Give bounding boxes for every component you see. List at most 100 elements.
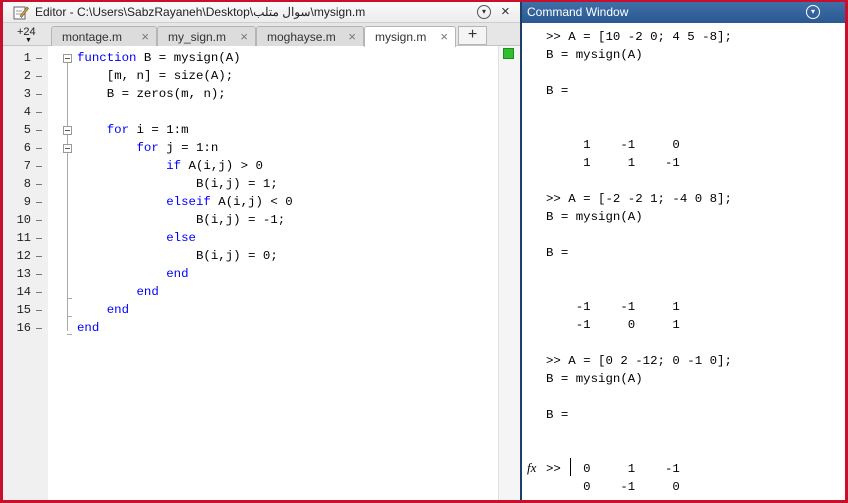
command-output-line: 0 -1 0 <box>546 480 680 494</box>
breakpoint-marker[interactable] <box>36 184 42 185</box>
tab-label: my_sign.m <box>168 30 227 44</box>
code-text: if A(i,j) > 0 <box>166 159 263 173</box>
command-output-line: >> A = [0 2 -12; 0 -1 0]; <box>546 354 732 368</box>
code-text: B = zeros(m, n); <box>77 87 226 101</box>
code-line[interactable]: 10 B(i,j) = -1; <box>17 211 498 229</box>
breakpoint-marker[interactable] <box>36 256 42 257</box>
breakpoint-marker[interactable] <box>36 220 42 221</box>
line-number: 10 <box>16 213 31 227</box>
text-cursor <box>570 458 571 476</box>
breakpoint-marker[interactable] <box>36 292 42 293</box>
editor-scrollbar[interactable] <box>498 46 520 500</box>
command-output-line: >> A = [-2 -2 1; -4 0 8]; <box>546 192 732 206</box>
command-output-line: B = mysign(A) <box>546 48 643 62</box>
command-output-line: 1 -1 0 <box>546 138 680 152</box>
code-line[interactable]: 5 for i = 1:m <box>24 121 498 139</box>
editor-panel: Editor - C:\Users\SabzRayaneh\Desktop\سو… <box>3 2 520 500</box>
line-number: 6 <box>23 141 31 155</box>
tab-montage[interactable]: montage.m × <box>51 26 157 46</box>
line-number: 4 <box>23 105 31 119</box>
tab-close-icon[interactable]: × <box>348 29 356 44</box>
code-text: B(i,j) = 1; <box>77 177 278 191</box>
command-window-title: Command Window <box>527 5 629 19</box>
breakpoint-marker[interactable] <box>36 94 42 95</box>
code-line[interactable]: 11 else <box>17 229 498 247</box>
code-text: function B = mysign(A) <box>77 51 241 65</box>
tab-label: mysign.m <box>375 30 427 44</box>
code-text: end <box>77 321 100 335</box>
breakpoint-marker[interactable] <box>36 76 42 77</box>
line-number: 9 <box>23 195 31 209</box>
close-icon[interactable]: × <box>501 3 510 20</box>
code-line[interactable]: 3 B = zeros(m, n); <box>24 85 498 103</box>
tab-close-icon[interactable]: × <box>440 29 448 44</box>
line-number: 15 <box>16 303 31 317</box>
code-line[interactable]: 1 function B = mysign(A) <box>24 49 498 67</box>
command-output-line: -1 0 1 <box>546 318 680 332</box>
tab-overflow-button[interactable]: +24 ▼ <box>17 26 47 44</box>
command-output-line: B = <box>546 84 569 98</box>
breakpoint-marker[interactable] <box>36 112 42 113</box>
code-line[interactable]: 13 end <box>17 265 498 283</box>
panel-menu-icon[interactable]: ▾ <box>477 5 491 19</box>
breakpoint-marker[interactable] <box>36 328 42 329</box>
breakpoint-marker[interactable] <box>36 58 42 59</box>
line-number: 3 <box>23 87 31 101</box>
editor-titlebar[interactable]: Editor - C:\Users\SabzRayaneh\Desktop\سو… <box>3 2 520 23</box>
breakpoint-marker[interactable] <box>36 310 42 311</box>
tab-close-icon[interactable]: × <box>141 29 149 44</box>
fx-icon[interactable]: fx <box>527 460 536 476</box>
code-text: for j = 1:n <box>136 141 219 155</box>
code-editor[interactable]: 1 function B = mysign(A) 2 [m, n] = size(A… <box>17 46 498 500</box>
code-line[interactable]: 14 end <box>17 283 498 301</box>
breakpoint-marker[interactable] <box>36 202 42 203</box>
code-line[interactable]: 8 B(i,j) = 1; <box>24 175 498 193</box>
code-line[interactable]: 4 <box>24 103 498 121</box>
code-line[interactable]: 16 end <box>17 319 498 337</box>
command-window-titlebar[interactable]: Command Window ▾ <box>522 2 845 23</box>
code-text: for i = 1:m <box>106 123 189 137</box>
command-output-line: 0 1 -1 <box>546 462 680 476</box>
tab-mysign[interactable]: mysign.m × <box>364 26 456 47</box>
breakpoint-marker[interactable] <box>36 130 42 131</box>
command-output-line: B = <box>546 246 569 260</box>
code-text: end <box>166 267 189 281</box>
breakpoint-marker[interactable] <box>36 166 42 167</box>
code-line[interactable]: 6 for j = 1:n <box>24 139 498 157</box>
tab-my-sign[interactable]: my_sign.m × <box>157 26 256 46</box>
command-output-line: >> A = [10 -2 0; 4 5 -8]; <box>546 30 732 44</box>
code-text: end <box>106 303 130 317</box>
breakpoint-marker[interactable] <box>36 238 42 239</box>
tab-close-icon[interactable]: × <box>240 29 248 44</box>
code-line[interactable]: 12 B(i,j) = 0; <box>17 247 498 265</box>
line-number: 12 <box>16 249 31 263</box>
chevron-down-icon: ▼ <box>25 37 32 44</box>
command-prompt: >> <box>546 462 561 476</box>
command-output-line: B = mysign(A) <box>546 372 643 386</box>
command-gutter <box>522 23 542 500</box>
line-number: 2 <box>23 69 31 83</box>
command-output-line: B = <box>546 408 569 422</box>
line-number: 5 <box>23 123 31 137</box>
add-tab-icon[interactable]: + <box>458 26 487 45</box>
breakpoint-marker[interactable] <box>36 148 42 149</box>
tab-label: moghayse.m <box>267 30 336 44</box>
code-text: B(i,j) = 0; <box>77 249 278 263</box>
editor-title: Editor - C:\Users\SabzRayaneh\Desktop\سو… <box>35 5 366 19</box>
command-output-line: 1 1 -1 <box>546 156 680 170</box>
code-text: end <box>136 285 159 299</box>
breakpoint-marker[interactable] <box>36 274 42 275</box>
command-output-line: B = mysign(A) <box>546 210 643 224</box>
code-text: [m, n] = size(A); <box>77 69 234 83</box>
tab-moghayse[interactable]: moghayse.m × <box>256 26 364 46</box>
tab-label: montage.m <box>62 30 123 44</box>
panel-menu-icon[interactable]: ▾ <box>806 5 820 19</box>
code-line[interactable]: 7 if A(i,j) > 0 <box>24 157 498 175</box>
line-number: 13 <box>16 267 31 281</box>
line-number: 1 <box>23 51 31 65</box>
code-analyzer-status-icon[interactable] <box>503 48 514 59</box>
code-line[interactable]: 15 end <box>17 301 498 319</box>
code-line[interactable]: 2 [m, n] = size(A); <box>24 67 498 85</box>
code-line[interactable]: 9 elseif A(i,j) < 0 <box>24 193 498 211</box>
line-number: 14 <box>16 285 31 299</box>
